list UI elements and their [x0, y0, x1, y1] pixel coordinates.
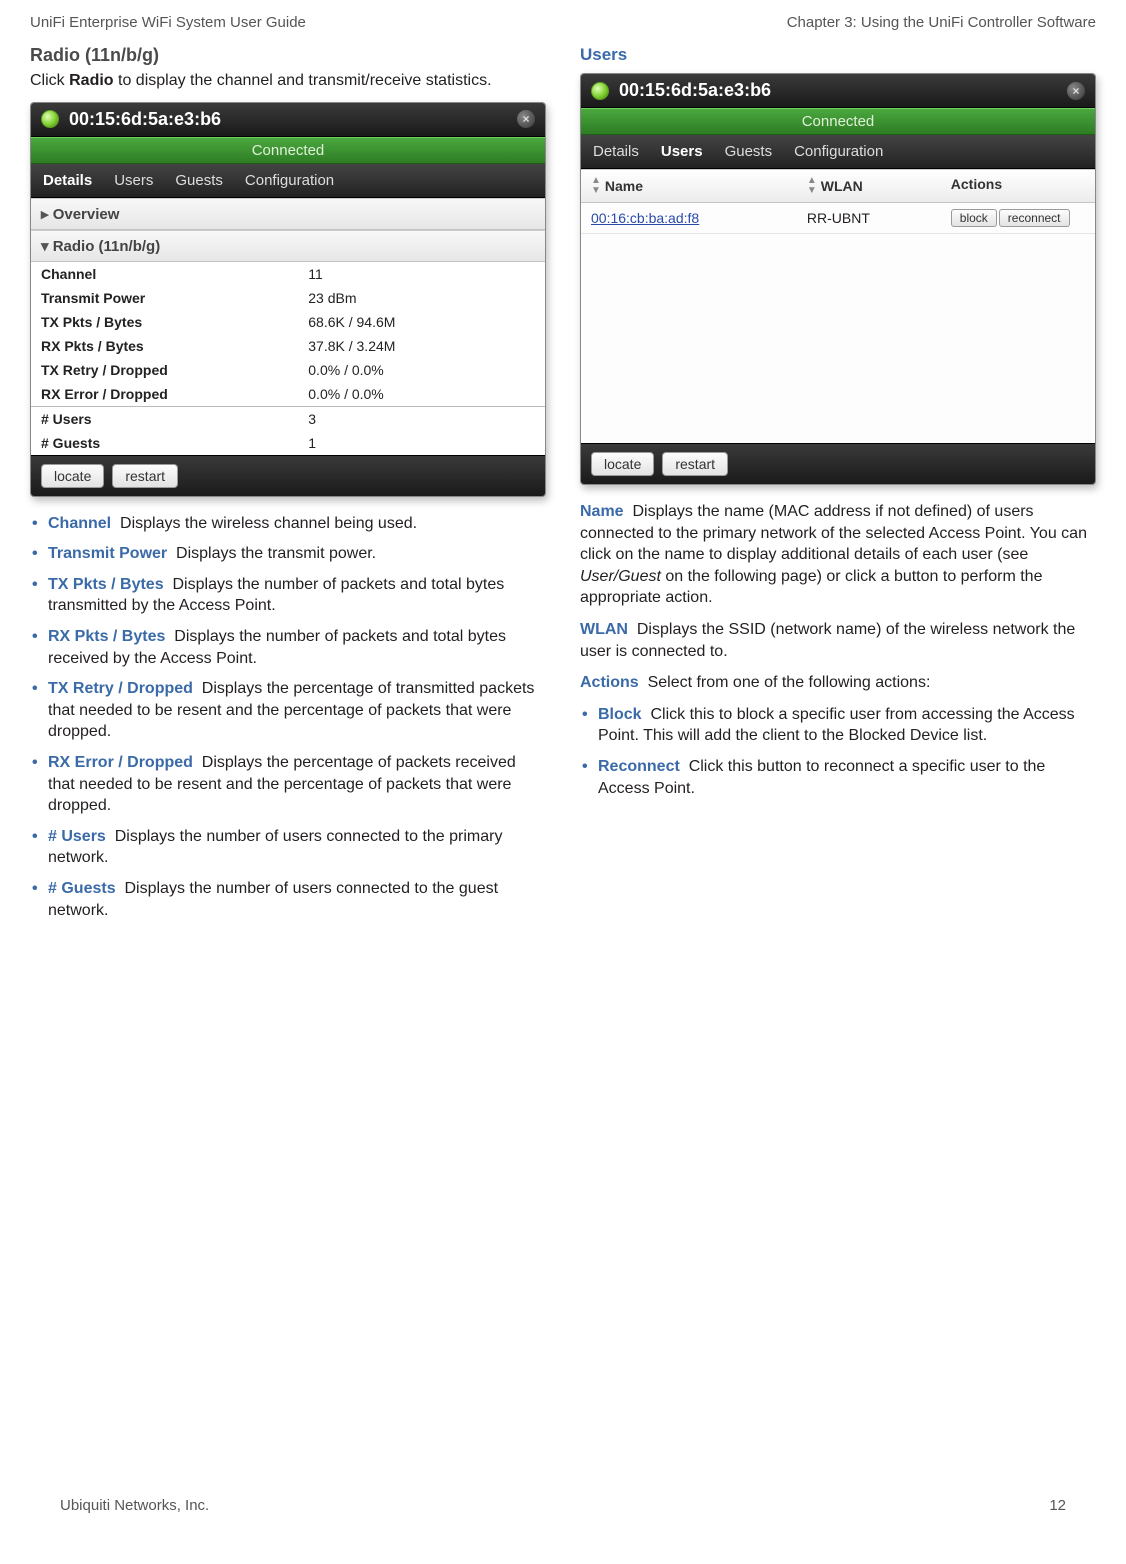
tab-users[interactable]: Users — [661, 143, 703, 160]
radio-stats-table: Channel11 Transmit Power23 dBm TX Pkts /… — [31, 262, 545, 455]
header-left: UniFi Enterprise WiFi System User Guide — [30, 14, 306, 31]
footer-page: 12 — [1049, 1497, 1066, 1514]
radio-screenshot: 00:15:6d:5a:e3:b6 × Connected Details Us… — [30, 102, 546, 497]
tab-details[interactable]: Details — [593, 143, 639, 160]
sort-icon[interactable]: ▲▼ — [807, 176, 817, 196]
device-mac: 00:15:6d:5a:e3:b6 — [619, 80, 771, 101]
wlan-desc: WLAN Displays the SSID (network name) of… — [580, 619, 1096, 662]
radio-intro: Click Radio to display the channel and t… — [30, 70, 546, 92]
status-banner: Connected — [31, 137, 545, 164]
tab-configuration[interactable]: Configuration — [794, 143, 883, 160]
locate-button[interactable]: locate — [591, 452, 654, 476]
accordion-radio[interactable]: Radio (11n/b/g) — [31, 230, 545, 262]
tab-guests[interactable]: Guests — [725, 143, 773, 160]
users-screenshot: 00:15:6d:5a:e3:b6 × Connected Details Us… — [580, 73, 1096, 485]
table-row: 00:16:cb:ba:ad:f8 RR-UBNT blockreconnect — [581, 203, 1095, 234]
reconnect-button[interactable]: reconnect — [999, 209, 1070, 227]
radio-heading: Radio (11n/b/g) — [30, 45, 546, 66]
status-banner: Connected — [581, 108, 1095, 135]
actions-desc: Actions Select from one of the following… — [580, 672, 1096, 694]
footer-company: Ubiquiti Networks, Inc. — [60, 1497, 209, 1514]
user-wlan: RR-UBNT — [797, 203, 941, 233]
restart-button[interactable]: restart — [112, 464, 178, 488]
tab-guests[interactable]: Guests — [175, 172, 223, 189]
user-mac-link[interactable]: 00:16:cb:ba:ad:f8 — [591, 210, 699, 226]
users-heading: Users — [580, 45, 1096, 65]
restart-button[interactable]: restart — [662, 452, 728, 476]
locate-button[interactable]: locate — [41, 464, 104, 488]
name-desc: Name Displays the name (MAC address if n… — [580, 501, 1096, 609]
status-led-icon — [41, 110, 59, 128]
close-icon[interactable]: × — [517, 110, 535, 128]
users-table-header: ▲▼ Name ▲▼ WLAN Actions — [581, 169, 1095, 203]
accordion-overview[interactable]: Overview — [31, 198, 545, 230]
radio-bullet-list: Channel Displays the wireless channel be… — [30, 513, 546, 922]
tabs-row: Details Users Guests Configuration — [31, 164, 545, 198]
page-footer: Ubiquiti Networks, Inc. 12 — [60, 1497, 1066, 1514]
status-led-icon — [591, 82, 609, 100]
header-right: Chapter 3: Using the UniFi Controller So… — [787, 14, 1096, 31]
tab-configuration[interactable]: Configuration — [245, 172, 334, 189]
device-mac: 00:15:6d:5a:e3:b6 — [69, 109, 221, 130]
actions-bullet-list: Block Click this to block a specific use… — [580, 704, 1096, 799]
tab-details[interactable]: Details — [43, 172, 92, 189]
sort-icon[interactable]: ▲▼ — [591, 176, 601, 196]
close-icon[interactable]: × — [1067, 82, 1085, 100]
tab-users[interactable]: Users — [114, 172, 153, 189]
block-button[interactable]: block — [951, 209, 997, 227]
page-header: UniFi Enterprise WiFi System User Guide … — [30, 14, 1096, 31]
